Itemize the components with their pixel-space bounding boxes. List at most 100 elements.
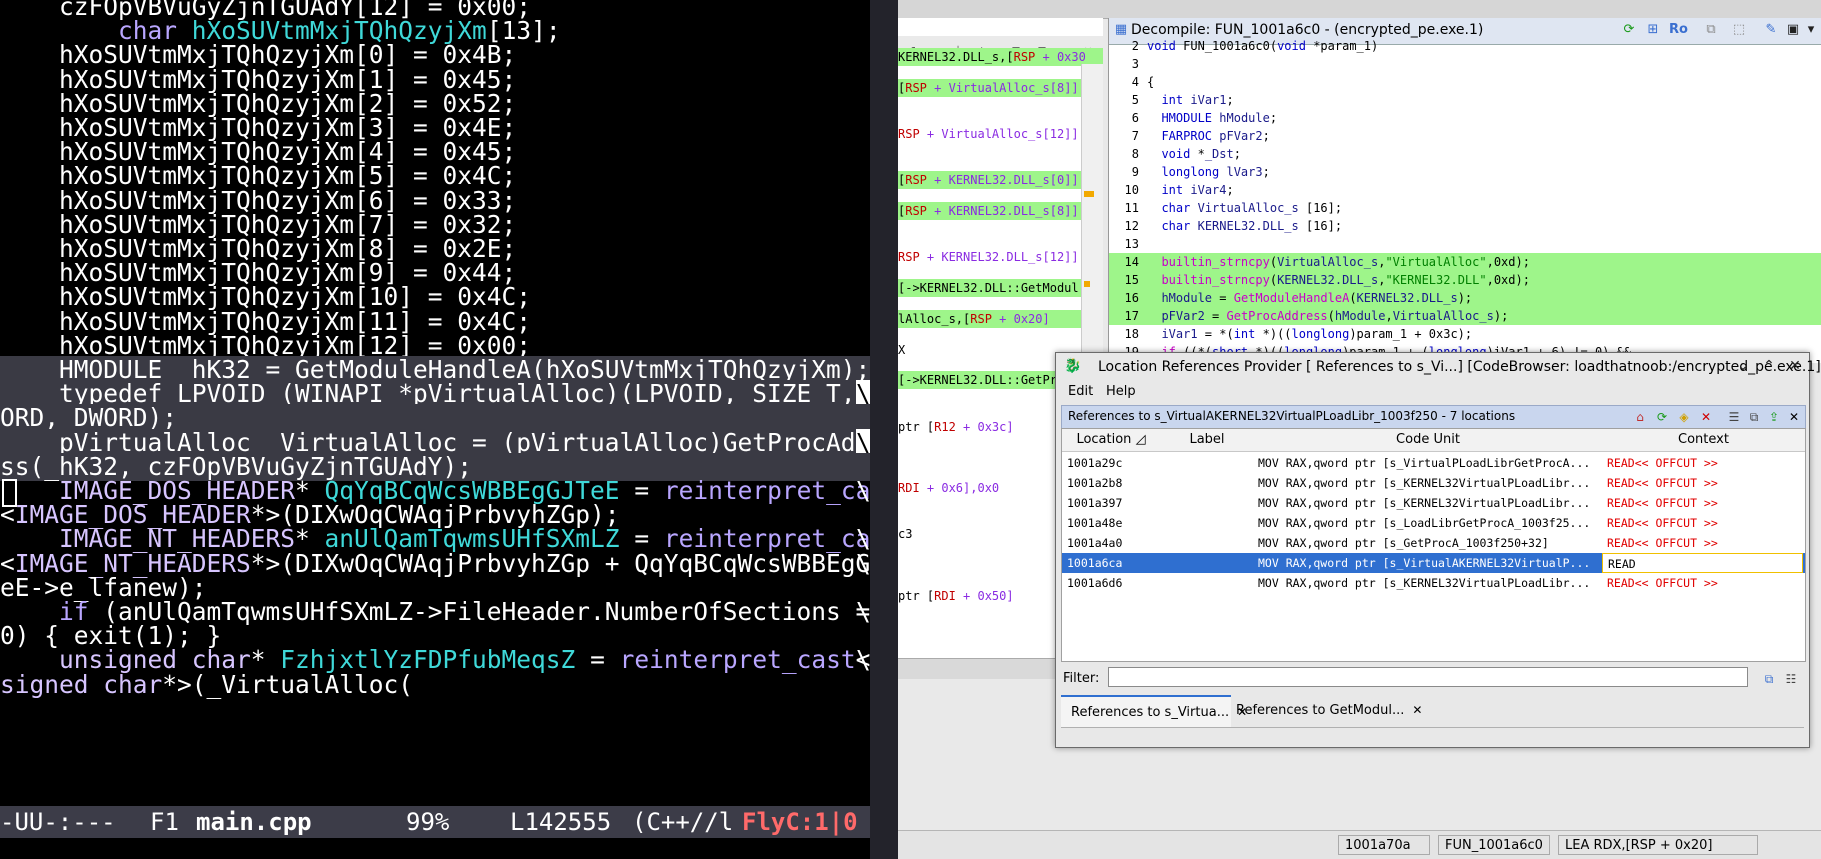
table-row[interactable]: 1001a2b8 MOV RAX,qword ptr [s_KERNEL32Vir… <box>1062 473 1805 493</box>
decompile-line[interactable]: 8 void *_Dst; <box>1109 145 1821 163</box>
close-icon[interactable]: ✕ <box>1786 409 1802 425</box>
decompile-line[interactable]: 17 pFVar2 = GetProcAddress(hModule,Virtu… <box>1109 307 1821 325</box>
code-token[interactable]: void <box>1277 39 1306 53</box>
maximize-icon[interactable]: ⌃ <box>1760 357 1778 375</box>
decompile-line[interactable]: 12 char KERNEL32.DLL_s [16]; <box>1109 217 1821 235</box>
decompile-code-text: int iVar4; <box>1161 183 1234 197</box>
table-row[interactable]: 1001a397 MOV RAX,qword ptr [s_KERNEL32Vir… <box>1062 493 1805 513</box>
column-context[interactable]: Context <box>1602 429 1805 452</box>
code-token[interactable]: lVar3 <box>1226 165 1262 179</box>
camera-icon[interactable]: ▣ <box>1785 22 1801 38</box>
close-tab-icon[interactable]: ✕ <box>1412 703 1422 717</box>
decompile-line[interactable]: 15 builtin_strncpy(KERNEL32.DLL_s,"KERNE… <box>1109 271 1821 289</box>
settings-icon[interactable]: ☷ <box>1783 671 1799 687</box>
tag-icon[interactable]: ◈ <box>1676 409 1692 425</box>
code-token[interactable]: KERNEL32.DLL_s <box>1198 219 1299 233</box>
table-row[interactable]: 1001a48e MOV RAX,qword ptr [s_LoadLibrGet… <box>1062 513 1805 533</box>
ref-titlebar[interactable]: 🐉 Location References Provider [ Referen… <box>1056 353 1821 381</box>
copy-icon[interactable]: ⧉ <box>1703 22 1719 38</box>
decompile-line[interactable]: 6 HMODULE hModule; <box>1109 109 1821 127</box>
code-token[interactable]: KERNEL32.DLL_s <box>1277 273 1378 287</box>
table-row[interactable]: 1001a4a0 MOV RAX,qword ptr [s_GetProcA_10… <box>1062 533 1805 553</box>
column-code-unit[interactable]: Code Unit <box>1254 429 1603 452</box>
table-row[interactable]: 1001a6d6 MOV RAX,qword ptr [s_KERNEL32Vir… <box>1062 573 1805 593</box>
column-label[interactable]: Label <box>1160 429 1255 452</box>
ro-icon[interactable]: Ro <box>1669 22 1688 38</box>
code-token[interactable]: "VirtualAlloc" <box>1385 255 1486 269</box>
decompile-line[interactable]: 2 void FUN_1001a6c0(void *param_1) <box>1109 37 1821 55</box>
code-token[interactable]: GetProcAddress <box>1227 309 1328 323</box>
edit-icon[interactable]: ✎ <box>1763 22 1779 38</box>
decompile-line[interactable]: 10 int iVar4; <box>1109 181 1821 199</box>
export-icon[interactable]: ⇪ <box>1766 409 1782 425</box>
home-icon[interactable]: ⌂ <box>1632 409 1648 425</box>
listing-operand: + 0x6],0x0 <box>919 481 1000 496</box>
table-row[interactable]: 1001a6ca MOV RAX,qword ptr [s_VirtualAKER… <box>1062 553 1805 573</box>
code-token[interactable]: hModule <box>1219 111 1270 125</box>
decompile-line[interactable]: 14 builtin_strncpy(VirtualAlloc_s,"Virtu… <box>1109 253 1821 271</box>
table-row[interactable]: 1001a29c MOV RAX,qword ptr [s_VirtualPLoa… <box>1062 453 1805 473</box>
code-token[interactable]: pFVar2 <box>1219 129 1262 143</box>
code-token[interactable]: VirtualAlloc_s <box>1277 255 1378 269</box>
code-token[interactable]: builtin_strncpy <box>1161 255 1269 269</box>
code-token[interactable]: builtin_strncpy <box>1161 273 1269 287</box>
code-token[interactable]: hModule <box>1335 309 1386 323</box>
minibuffer[interactable] <box>0 838 870 859</box>
code-token[interactable]: FARPROC <box>1161 129 1212 143</box>
delete-icon[interactable]: ✕ <box>1698 409 1714 425</box>
decompile-line[interactable]: 4{ <box>1109 73 1821 91</box>
decompile-panel[interactable]: ▦ Decompile: FUN_1001a6c0 - (encrypted_p… <box>1108 18 1821 363</box>
code-token[interactable]: HMODULE <box>1161 111 1212 125</box>
decompile-line[interactable]: 13 <box>1109 235 1821 253</box>
chevron-down-icon[interactable]: ▾ <box>1803 22 1819 38</box>
code-token[interactable]: hModule <box>1161 291 1212 305</box>
copy-icon[interactable]: ⧉ <box>1746 409 1762 425</box>
export-icon[interactable]: ⬚ <box>1731 22 1747 38</box>
code-token[interactable]: char <box>1161 201 1190 215</box>
code-token[interactable]: _Dst <box>1205 147 1234 161</box>
code-token[interactable]: KERNEL32.DLL_s <box>1357 291 1458 305</box>
code-token[interactable]: int <box>1161 93 1183 107</box>
code-token[interactable]: int <box>1234 327 1256 341</box>
decompile-line[interactable]: 5 int iVar1; <box>1109 91 1821 109</box>
decompile-line[interactable]: 3 <box>1109 55 1821 73</box>
code-token[interactable]: longlong <box>1292 327 1350 341</box>
decompile-line[interactable]: 18 iVar1 = *(int *)((longlong)param_1 + … <box>1109 325 1821 343</box>
tab-references-virtualalloc[interactable]: References to s_Virtua... ✕ <box>1061 695 1247 727</box>
emacs-editor[interactable]: czFOpVBVuGyZjnTGUAdY[12] = 0x00; char hX… <box>0 0 870 859</box>
menu-help[interactable]: Help <box>1106 384 1136 399</box>
code-token[interactable]: int <box>1161 183 1183 197</box>
cell-location: 1001a48e <box>1067 516 1123 530</box>
decompile-line[interactable]: 11 char VirtualAlloc_s [16]; <box>1109 199 1821 217</box>
code-token[interactable]: void <box>1147 39 1176 53</box>
code-token[interactable]: VirtualAlloc_s <box>1393 309 1494 323</box>
code-token[interactable]: iVar4 <box>1190 183 1226 197</box>
menu-edit[interactable]: Edit <box>1068 384 1093 399</box>
code-token[interactable]: iVar1 <box>1190 93 1226 107</box>
refresh-icon[interactable]: ⟳ <box>1654 409 1670 425</box>
references-table[interactable]: Location ◿ Label Code Unit Context 1001a… <box>1061 428 1806 662</box>
code-token[interactable]: void <box>1161 147 1190 161</box>
decompile-line[interactable]: 16 hModule = GetModuleHandleA(KERNEL32.D… <box>1109 289 1821 307</box>
code-token[interactable]: iVar1 <box>1161 327 1197 341</box>
close-icon[interactable]: ✕ <box>1786 357 1804 375</box>
column-location[interactable]: Location ◿ <box>1062 429 1161 452</box>
decompile-line[interactable]: 9 longlong lVar3; <box>1109 163 1821 181</box>
tab-references-getmodule[interactable]: References to GetModul... ✕ <box>1226 695 1422 725</box>
filter-input[interactable] <box>1108 667 1748 687</box>
decompile-code[interactable]: 2 void FUN_1001a6c0(void *param_1) 3 4{5 in… <box>1109 39 1821 363</box>
decompile-line[interactable]: 7 FARPROC pFVar2; <box>1109 127 1821 145</box>
code-token[interactable]: "KERNEL32.DLL" <box>1385 273 1486 287</box>
code-token[interactable]: VirtualAlloc_s <box>1198 201 1299 215</box>
code-token[interactable]: pFVar2 <box>1161 309 1204 323</box>
code-token[interactable]: GetModuleHandleA <box>1234 291 1350 305</box>
refresh-icon[interactable]: ⟳ <box>1621 22 1637 38</box>
location-references-window[interactable]: 🐉 Location References Provider [ Referen… <box>1055 352 1821 748</box>
code-token[interactable]: longlong <box>1161 165 1219 179</box>
code-token[interactable]: char <box>1161 219 1190 233</box>
graph-icon[interactable]: ⊞ <box>1645 22 1661 38</box>
chevron-down-icon[interactable]: ⌄ <box>1734 357 1752 375</box>
list-icon[interactable]: ☰ <box>1726 409 1742 425</box>
code-line[interactable]: signed char*>(_VirtualAlloc( <box>0 670 870 699</box>
filter-options-icon[interactable]: ⧉ <box>1761 671 1777 687</box>
